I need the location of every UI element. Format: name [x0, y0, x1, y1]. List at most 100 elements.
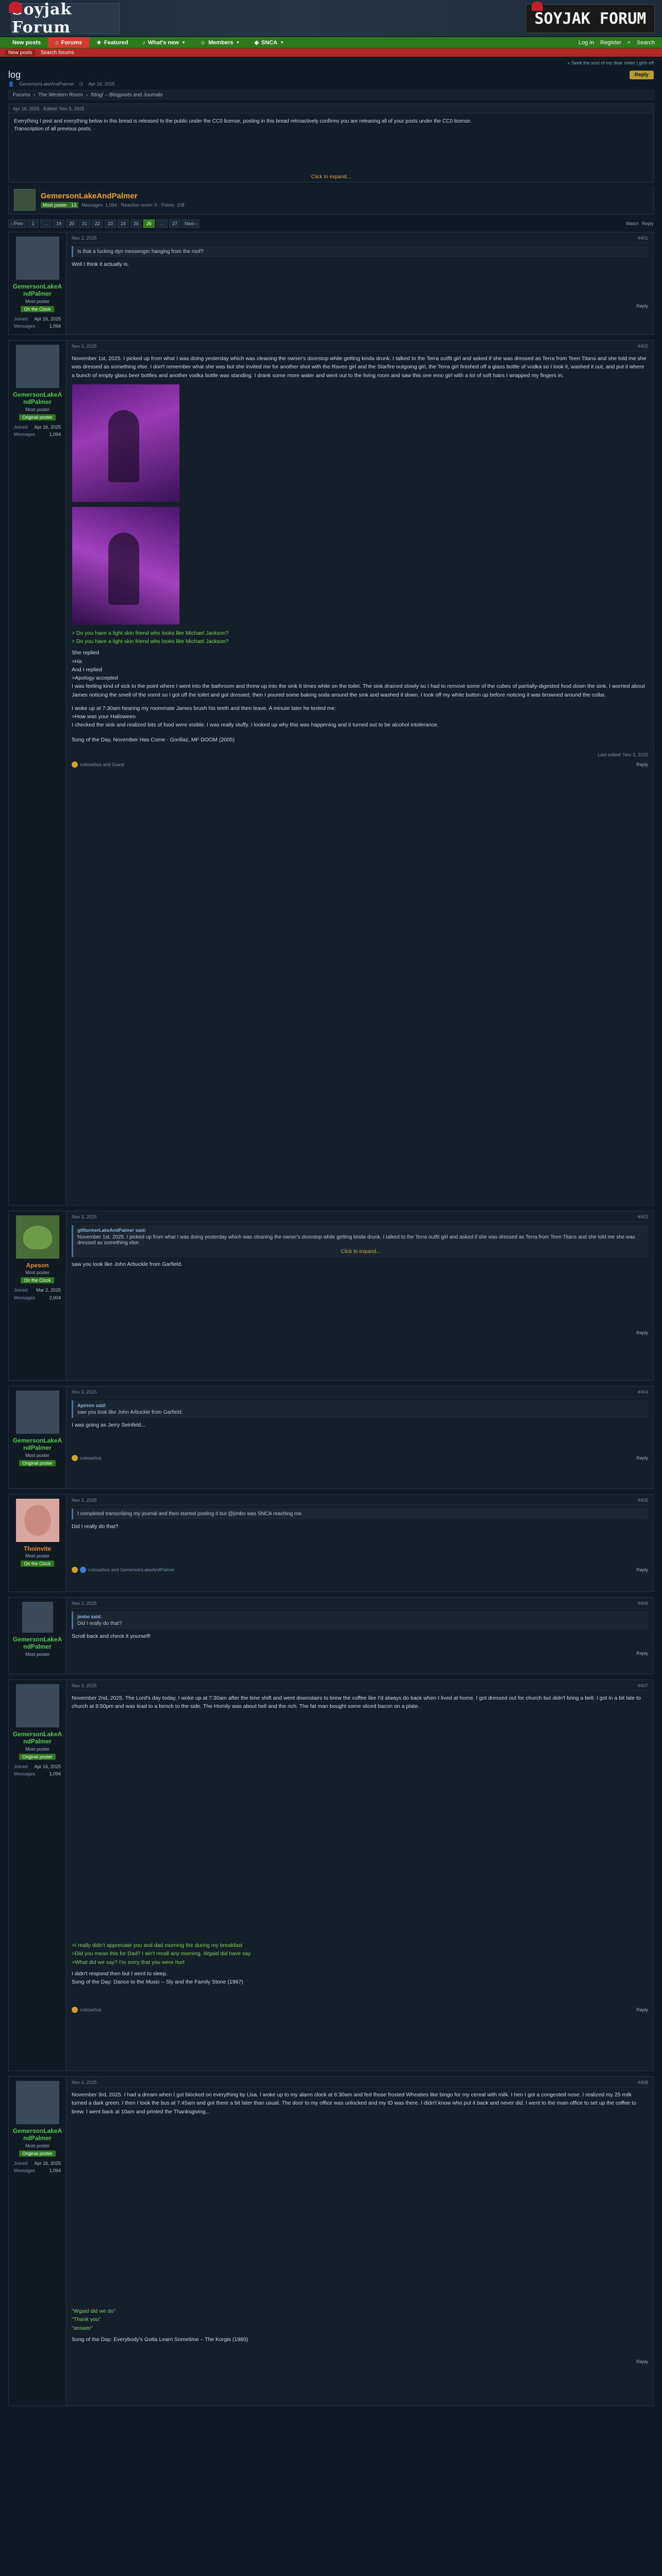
nav-forums[interactable]: ⌂ Forums	[48, 37, 90, 48]
pager-page[interactable]: 25	[130, 219, 142, 228]
post-number[interactable]: #408	[638, 2080, 648, 2085]
quote-author[interactable]: jimbo said:	[77, 1614, 644, 1619]
post-body: She replied >Ha And I replied >Apology a…	[72, 650, 645, 698]
nav-whats-new[interactable]: ♪ What's new ▼	[135, 37, 193, 48]
reaction-bar[interactable]: cuboarbus and Guest	[72, 761, 124, 768]
username[interactable]: GemersonLakeAndPalmer	[12, 391, 63, 406]
breadcrumb-forums[interactable]: Forums	[13, 92, 30, 98]
pager-page[interactable]: 19	[53, 219, 65, 228]
thread-author[interactable]: GemersonLakeAndPalmer	[19, 81, 74, 87]
costume-photo[interactable]	[72, 383, 180, 502]
avatar[interactable]	[15, 1684, 59, 1727]
login-link[interactable]: Log in	[578, 40, 594, 46]
reply-link[interactable]: Reply	[636, 2359, 648, 2364]
click-to-expand[interactable]: Click to expand...	[9, 170, 653, 182]
username[interactable]: Thoinvite	[12, 1545, 63, 1552]
post-date[interactable]: Nov 3, 2025	[72, 1498, 97, 1503]
avatar[interactable]	[15, 1215, 59, 1259]
post-date[interactable]: Nov 3, 2025	[72, 1601, 97, 1606]
avatar[interactable]	[22, 1602, 53, 1633]
post-date[interactable]: Nov 2, 2025	[72, 235, 97, 241]
site-logo[interactable]: Soyjak Forum	[9, 1, 120, 37]
post-number[interactable]: #402	[638, 344, 648, 349]
username[interactable]: GemersonLakeAndPalmer	[12, 1731, 63, 1745]
post-number[interactable]: #404	[638, 1389, 648, 1395]
post-date[interactable]: Nov 3, 2025	[72, 1683, 97, 1688]
pager-page[interactable]: 24	[118, 219, 129, 228]
avatar[interactable]	[15, 236, 59, 280]
pager-next[interactable]: Next ›	[182, 219, 200, 228]
subnav-search-forums[interactable]: Search forums	[41, 50, 74, 56]
reaction-bar[interactable]: cuboarbus and GemersonLakeAndPalmer	[72, 1567, 175, 1573]
username[interactable]: GemersonLakeAndPalmer	[12, 1437, 63, 1452]
register-link[interactable]: Register	[600, 40, 621, 46]
pager-page[interactable]: 1	[27, 219, 39, 228]
quote-author[interactable]: Apeson said:	[77, 1403, 644, 1408]
breadcrumb-western-room[interactable]: The Western Room	[38, 92, 83, 98]
reply-link[interactable]: Reply	[642, 221, 654, 226]
reply-link[interactable]: Reply	[636, 1330, 648, 1335]
post-actions: Reply	[72, 1330, 648, 1335]
op-username[interactable]: GemersonLakeAndPalmer	[41, 192, 185, 200]
subnav-new-posts[interactable]: New posts	[5, 49, 36, 56]
nav-label: What's new	[147, 39, 179, 46]
avatar[interactable]	[14, 189, 36, 211]
stat-row: Joined Apr 16, 2025	[14, 2160, 61, 2167]
post-number[interactable]: #401	[638, 235, 648, 241]
pager-page[interactable]: 22	[92, 219, 104, 228]
nav-featured[interactable]: ★ Featured	[89, 37, 135, 48]
pager-page[interactable]: 21	[79, 219, 91, 228]
reactors[interactable]: cuboarbus	[80, 1455, 102, 1461]
post-actions: cuboarbus Reply	[72, 1455, 648, 1462]
pager-ellipsis[interactable]: …	[156, 219, 168, 228]
avatar[interactable]	[15, 345, 59, 388]
post-date[interactable]: Nov 3, 2025	[72, 344, 97, 349]
first-post: Apr 16, 2025 · Edited: Nov 5, 2025 Every…	[8, 104, 654, 182]
avatar[interactable]	[15, 1391, 59, 1434]
post-date[interactable]: Nov 3, 2025	[72, 1214, 97, 1219]
top-notice-text[interactable]: « Seek the soul of my dear sister | girl…	[568, 60, 654, 65]
costume-photo[interactable]	[72, 506, 180, 625]
nav-new-posts[interactable]: New posts	[5, 37, 48, 48]
reaction-bar[interactable]: cuboarbus	[72, 2007, 102, 2013]
avatar[interactable]	[15, 1499, 59, 1542]
top-notice: « Seek the soul of my dear sister | girl…	[0, 57, 662, 69]
nav-members[interactable]: ☺ Members ▼	[193, 37, 247, 48]
pager-prev[interactable]: ‹ Prev	[8, 219, 26, 228]
watch-button[interactable]: Watch	[626, 221, 639, 226]
username[interactable]: GemersonLakeAndPalmer	[12, 2127, 63, 2142]
reply-link[interactable]: Reply	[636, 762, 648, 767]
quote-author[interactable]: gtf0ormerLakeAndPalmer said:	[77, 1228, 644, 1233]
reply-link[interactable]: Reply	[636, 1651, 648, 1656]
post-number[interactable]: #405	[638, 1498, 648, 1503]
post-date[interactable]: Nov 3, 2025	[72, 1389, 97, 1395]
reply-link[interactable]: Reply	[636, 1455, 648, 1461]
username[interactable]: GemersonLakeAndPalmer	[12, 283, 63, 298]
post-date[interactable]: Nov 4, 2025	[72, 2080, 97, 2085]
reactors[interactable]: cuboarbus	[80, 2007, 102, 2012]
avatar[interactable]	[15, 2081, 59, 2124]
post-number[interactable]: #403	[638, 1214, 648, 1219]
reply-link[interactable]: Reply	[636, 2007, 648, 2012]
click-to-expand[interactable]: Click to expand...	[77, 1246, 644, 1255]
post-number[interactable]: #406	[638, 1601, 648, 1606]
username[interactable]: Apeson	[12, 1262, 63, 1269]
reaction-bar[interactable]: cuboarbus	[72, 1455, 102, 1462]
reactors[interactable]: cuboarbus and GemersonLakeAndPalmer	[88, 1567, 175, 1572]
pager-page[interactable]: 20	[66, 219, 78, 228]
post-number[interactable]: #407	[638, 1683, 648, 1688]
pager-current-page[interactable]: 26	[143, 219, 155, 228]
breadcrumb-blog[interactable]: /blog/ – Blogposts and Journals	[91, 92, 163, 98]
reply-link[interactable]: Reply	[636, 1567, 648, 1572]
reply-link[interactable]: Reply	[636, 303, 648, 309]
username[interactable]: GemersonLakeAndPalmer	[12, 1636, 63, 1651]
post-body: saw you look like John Arbuckle from Gar…	[72, 1261, 183, 1267]
pager-ellipsis[interactable]: …	[40, 219, 52, 228]
search-icon[interactable]: ⌕	[627, 39, 631, 46]
reply-button[interactable]: Reply	[629, 70, 654, 79]
search-label[interactable]: Search	[637, 40, 655, 46]
pager-page[interactable]: 23	[105, 219, 117, 228]
nav-snca[interactable]: ◆ SNCA ▼	[247, 37, 291, 48]
reactors[interactable]: cuboarbus and Guest	[80, 762, 124, 767]
pager-page[interactable]: 27	[169, 219, 181, 228]
